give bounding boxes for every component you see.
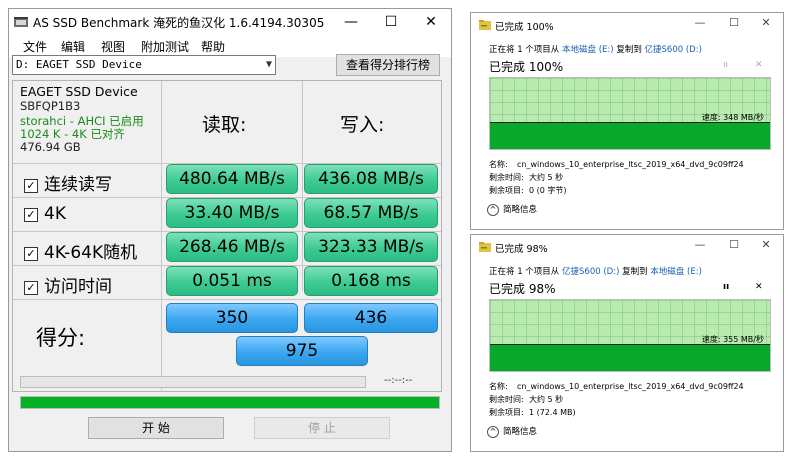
close-button[interactable]: ✕ [755, 16, 777, 29]
menu-view[interactable]: 视图 [101, 38, 125, 55]
speed-label: 速度: 348 MB/秒 [701, 113, 764, 122]
score-label: 得分: [36, 326, 86, 350]
app-icon [14, 17, 28, 27]
drive-select[interactable]: D: EAGET SSD Device ▼ [12, 55, 276, 75]
time-remaining-row: 剩余时间: 大约 5 秒 [489, 395, 564, 404]
pause-button[interactable]: ıı [723, 60, 728, 70]
dest-link[interactable]: 亿捷S600 (D:) [645, 45, 702, 55]
menu-edit[interactable]: 编辑 [61, 38, 85, 55]
checkbox-icon[interactable]: ✓ [24, 208, 38, 222]
pause-button[interactable]: ıı [723, 282, 729, 292]
checkbox-icon[interactable]: ✓ [24, 281, 38, 295]
dialog-title: 已完成 98% [495, 244, 548, 255]
dest-link[interactable]: 本地磁盘 (E:) [650, 267, 702, 277]
minimize-button[interactable]: — [689, 16, 711, 29]
maximize-button[interactable]: ☐ [723, 238, 745, 251]
divider [13, 299, 441, 300]
drive-model: EAGET SSD Device [20, 84, 138, 99]
divider [302, 81, 303, 291]
file-name-row: 名称: cn_windows_10_enterprise_ltsc_2019_x6… [489, 160, 744, 169]
drive-firmware: SBFQP1B3 [20, 99, 81, 113]
read-header: 读取: [202, 114, 247, 136]
fewer-details-toggle[interactable]: ^ 简略信息 [487, 203, 537, 216]
progress-text: 已完成 98% [489, 282, 556, 296]
drive-capacity: 476.94 GB [20, 140, 81, 154]
stop-button[interactable]: ✕ [755, 282, 763, 292]
minimize-button[interactable]: — [689, 238, 711, 251]
file-name-row: 名称: cn_windows_10_enterprise_ltsc_2019_x6… [489, 382, 744, 391]
write-header: 写入: [340, 114, 385, 136]
row-label-4k[interactable]: ✓ 4K [24, 204, 66, 224]
checkbox-icon[interactable]: ✓ [24, 247, 38, 261]
maximize-button[interactable]: ☐ [723, 16, 745, 29]
4k64-read-result: 268.46 MB/s [166, 232, 298, 262]
window-title: AS SSD Benchmark 淹死的鱼汉化 1.6.4194.30305 [33, 16, 325, 30]
row-label-seq[interactable]: ✓ 连续读写 [24, 170, 112, 195]
progress-text: 已完成 100% [489, 60, 564, 74]
row-label-access[interactable]: ✓ 访问时间 [24, 272, 112, 297]
menu-extra-tests[interactable]: 附加测试 [141, 38, 189, 55]
divider [161, 81, 162, 392]
items-remaining-row: 剩余项目: 0 (0 字节) [489, 186, 567, 195]
copy-description: 正在将 1 个项目从 本地磁盘 (E:) 复制到 亿捷S600 (D:) [489, 45, 702, 55]
score-write: 436 [304, 303, 438, 333]
chevron-up-icon: ^ [487, 426, 499, 438]
checkbox-icon[interactable]: ✓ [24, 179, 38, 193]
items-remaining-row: 剩余项目: 1 (72.4 MB) [489, 408, 576, 417]
copy-dialog-1: 已完成 100% — ☐ ✕ 正在将 1 个项目从 本地磁盘 (E:) 复制到 … [470, 12, 784, 230]
maximize-button[interactable]: ☐ [371, 9, 411, 35]
access-write-result: 0.168 ms [304, 266, 438, 296]
stop-button[interactable]: 停 止 [254, 417, 390, 439]
close-button[interactable]: ✕ [411, 9, 451, 35]
test-progress-bar [20, 376, 366, 388]
score-read: 350 [166, 303, 298, 333]
graph-fill [490, 122, 770, 149]
elapsed-time: --:--:-- [384, 375, 413, 386]
row-label-4k-64[interactable]: ✓ 4K-64K随机 [24, 238, 137, 263]
title-bar: AS SSD Benchmark 淹死的鱼汉化 1.6.4194.30305 —… [9, 9, 451, 35]
seq-write-result: 436.08 MB/s [304, 164, 438, 194]
folder-icon [479, 242, 491, 252]
chevron-down-icon: ▼ [265, 59, 272, 70]
close-button[interactable]: ✕ [755, 238, 777, 251]
score-total: 975 [236, 336, 368, 366]
start-button[interactable]: 开 始 [88, 417, 224, 439]
folder-icon [479, 20, 491, 30]
graph-fill [490, 344, 770, 371]
menu-help[interactable]: 帮助 [201, 38, 225, 55]
drive-info: EAGET SSD Device SBFQP1B3 storahci - AHC… [20, 85, 155, 154]
copy-description: 正在将 1 个项目从 亿捷S600 (D:) 复制到 本地磁盘 (E:) [489, 267, 702, 277]
source-link[interactable]: 亿捷S600 (D:) [562, 267, 619, 277]
progress-fill [21, 397, 439, 408]
source-link[interactable]: 本地磁盘 (E:) [562, 45, 614, 55]
4k64-write-result: 323.33 MB/s [304, 232, 438, 262]
minimize-button[interactable]: — [331, 9, 371, 35]
menu-file[interactable]: 文件 [23, 38, 47, 55]
copy-dialog-2: 已完成 98% — ☐ ✕ 正在将 1 个项目从 亿捷S600 (D:) 复制到… [470, 234, 784, 452]
chevron-up-icon: ^ [487, 204, 499, 216]
stop-button[interactable]: ✕ [755, 60, 763, 70]
speed-graph: 速度: 355 MB/秒 [489, 299, 771, 372]
overall-progress-bar [20, 396, 440, 409]
fewer-details-toggle[interactable]: ^ 简略信息 [487, 425, 537, 438]
time-remaining-row: 剩余时间: 大约 5 秒 [489, 173, 564, 182]
4k-write-result: 68.57 MB/s [304, 198, 438, 228]
speed-label: 速度: 355 MB/秒 [701, 335, 764, 344]
speed-graph: 速度: 348 MB/秒 [489, 77, 771, 150]
dialog-title: 已完成 100% [495, 22, 554, 33]
view-ranking-button[interactable]: 查看得分排行榜 [336, 54, 440, 76]
4k-read-result: 33.40 MB/s [166, 198, 298, 228]
seq-read-result: 480.64 MB/s [166, 164, 298, 194]
drive-select-value: D: EAGET SSD Device [16, 58, 142, 71]
access-read-result: 0.051 ms [166, 266, 298, 296]
